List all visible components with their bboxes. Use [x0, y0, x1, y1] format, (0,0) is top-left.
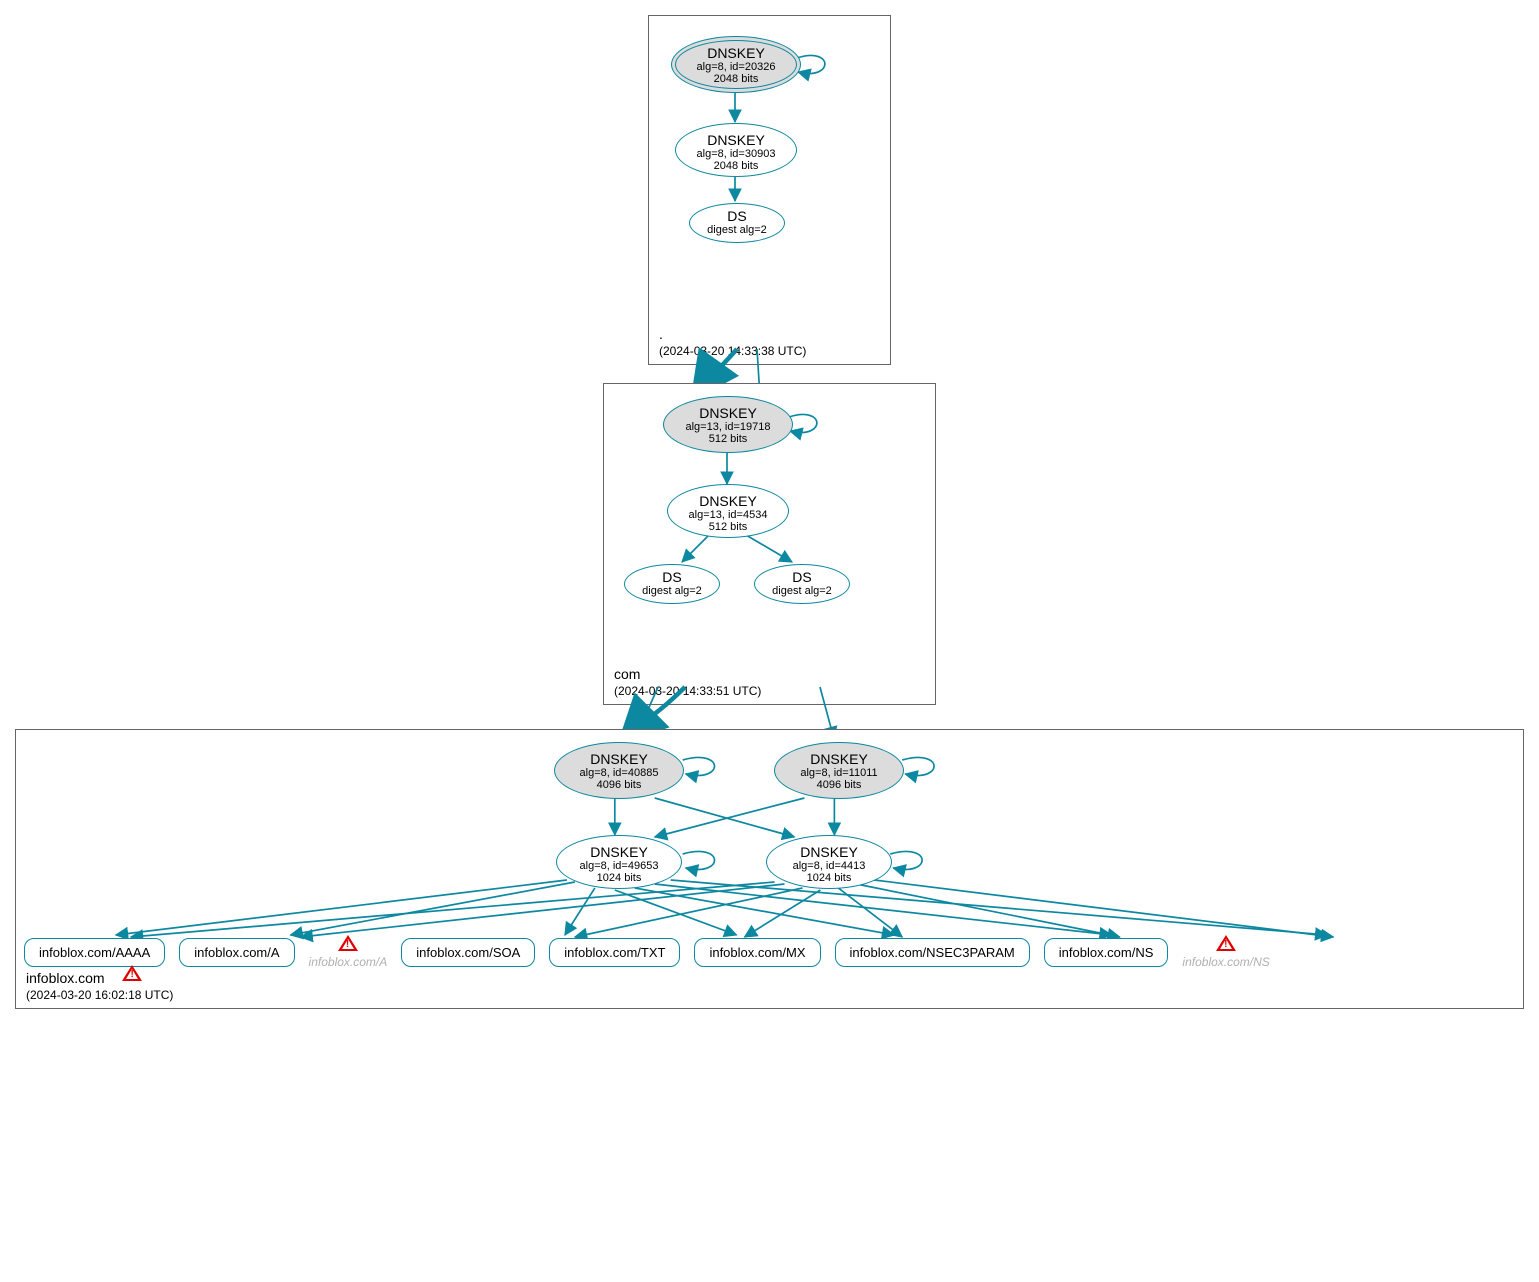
- zone-root-label: . (2024-03-20 14:33:38 UTC): [659, 326, 806, 358]
- rr-nsec3: infoblox.com/NSEC3PARAM: [835, 938, 1030, 967]
- zone-inf-label: infoblox.com (2024-03-20 16:02:18 UTC): [26, 965, 173, 1002]
- rr-aaaa: infoblox.com/AAAA: [24, 938, 165, 967]
- rr-txt: infoblox.com/TXT: [549, 938, 680, 967]
- zone-infoblox: DNSKEY alg=8, id=40885 4096 bits DNSKEY …: [15, 729, 1524, 1009]
- inf-ksk-2: DNSKEY alg=8, id=11011 4096 bits: [774, 742, 904, 799]
- warn-a-icon: infoblox.com/A: [309, 935, 388, 969]
- inf-zsk-1: DNSKEY alg=8, id=49653 1024 bits: [556, 835, 682, 889]
- warn-zone-icon: [122, 965, 142, 981]
- rr-ns: infoblox.com/NS: [1044, 938, 1169, 967]
- root-ds-node: DS digest alg=2: [689, 203, 785, 243]
- com-ds-2: DS digest alg=2: [754, 564, 850, 604]
- zone-com-label: com (2024-03-20 14:33:51 UTC): [614, 666, 761, 698]
- root-ksk-node: DNSKEY alg=8, id=20326 2048 bits: [671, 36, 801, 93]
- rr-mx: infoblox.com/MX: [694, 938, 820, 967]
- rr-a: infoblox.com/A: [179, 938, 294, 967]
- com-zsk-node: DNSKEY alg=13, id=4534 512 bits: [667, 484, 789, 538]
- inf-zsk-2: DNSKEY alg=8, id=4413 1024 bits: [766, 835, 892, 889]
- zone-root: DNSKEY alg=8, id=20326 2048 bits DNSKEY …: [648, 15, 891, 365]
- inf-ksk-1: DNSKEY alg=8, id=40885 4096 bits: [554, 742, 684, 799]
- rr-soa: infoblox.com/SOA: [401, 938, 535, 967]
- com-ksk-node: DNSKEY alg=13, id=19718 512 bits: [663, 396, 793, 453]
- zone-com: DNSKEY alg=13, id=19718 512 bits DNSKEY …: [603, 383, 936, 705]
- com-ds-1: DS digest alg=2: [624, 564, 720, 604]
- root-zsk-node: DNSKEY alg=8, id=30903 2048 bits: [675, 123, 797, 177]
- warn-ns-icon: infoblox.com/NS: [1182, 935, 1269, 969]
